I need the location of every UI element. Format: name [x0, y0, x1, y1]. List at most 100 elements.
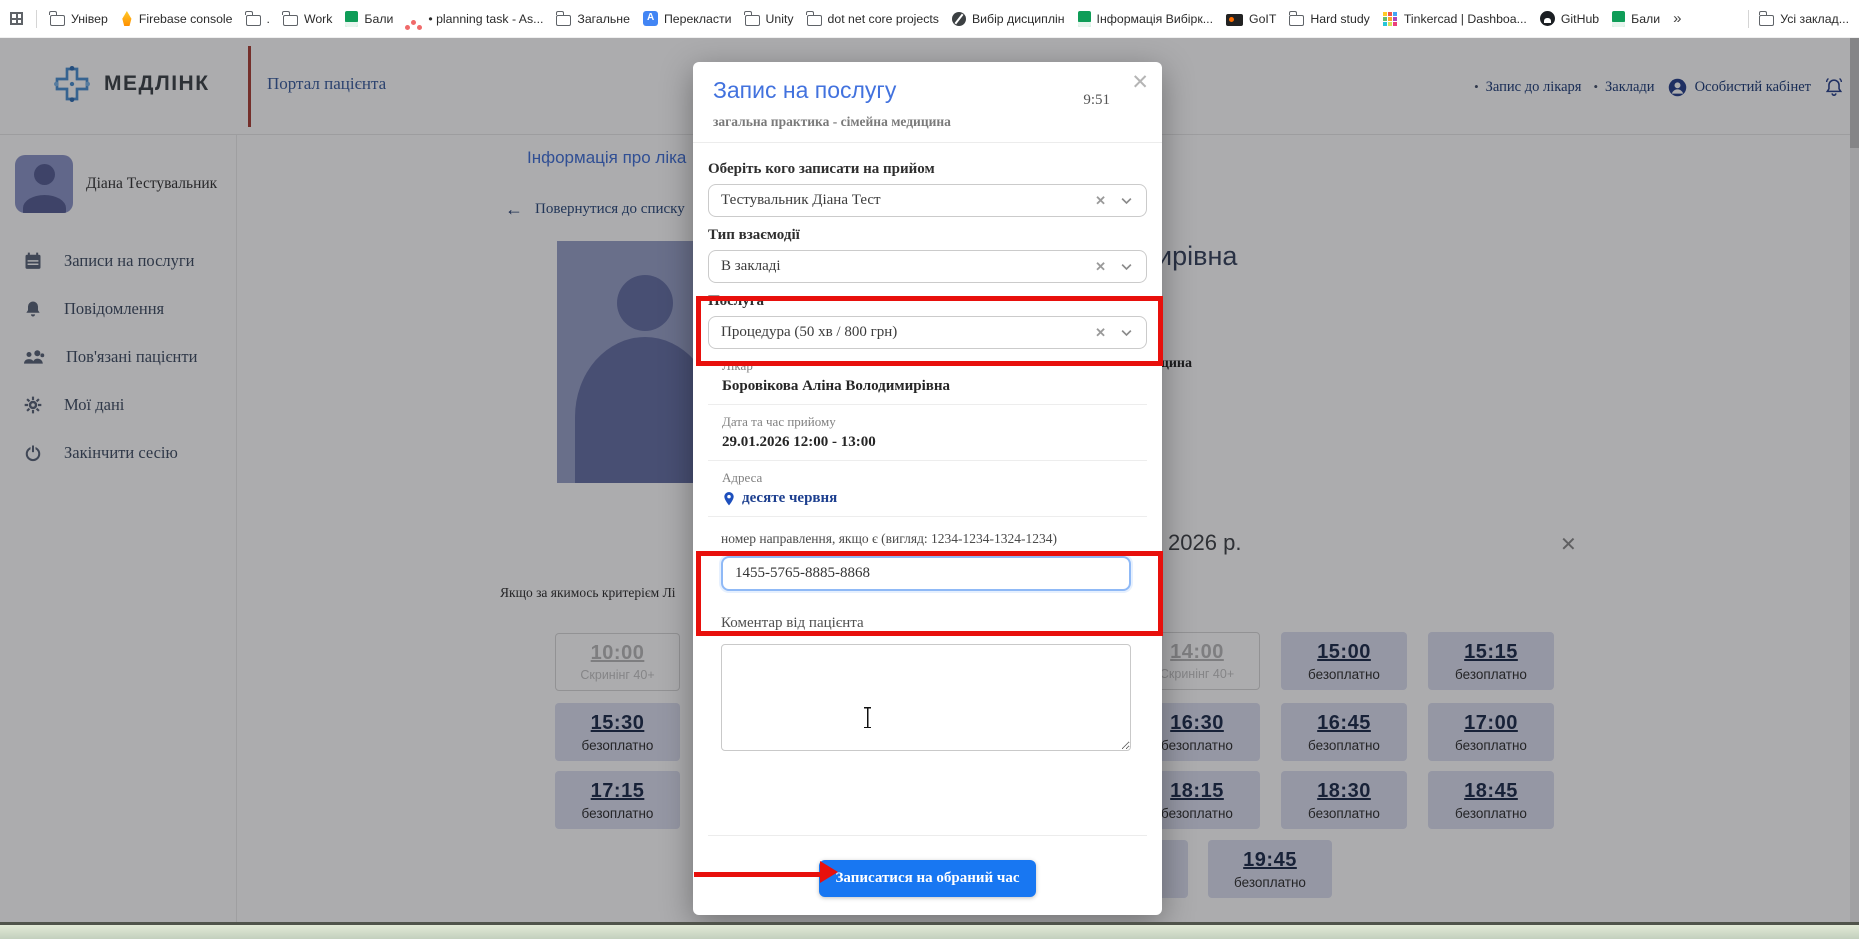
booking-modal: Запис на послугу 9:51 ✕ загальна практик… [693, 62, 1162, 915]
address-info-row: Адреса десяте червня [708, 461, 1147, 517]
bookmark-item[interactable]: Універ [50, 12, 108, 26]
bookmark-label: Перекласти [664, 12, 732, 26]
bookmark-label: Загальне [577, 12, 630, 26]
comment-section: Коментар від пацієнта [721, 615, 1147, 751]
bookmark-label: . [267, 12, 270, 26]
sheets-icon [1612, 11, 1625, 27]
referral-label: номер направлення, якщо є (вигляд: 1234-… [721, 531, 1147, 547]
asana-icon [411, 20, 416, 25]
folder-icon [1289, 15, 1304, 26]
github-icon [1540, 11, 1555, 26]
info-label: Лікар [722, 358, 1147, 374]
all-bookmarks[interactable]: Усі заклад... [1759, 12, 1849, 26]
modal-header: Запис на послугу 9:51 ✕ загальна практик… [693, 62, 1162, 143]
referral-number-input[interactable] [721, 556, 1131, 591]
bookmark-label: Бали [364, 12, 393, 26]
bookmark-item[interactable]: GoIT [1226, 12, 1276, 26]
divider [36, 10, 37, 28]
bookmark-item[interactable]: Вибір дисциплін [952, 12, 1065, 26]
bookmark-item[interactable]: Firebase console [121, 11, 233, 26]
bookmark-label: Unity [766, 12, 794, 26]
bookmark-item[interactable]: GitHub [1540, 11, 1599, 26]
modal-title: Запис на послугу [713, 77, 1142, 104]
folder-icon [807, 15, 822, 26]
chevron-down-icon[interactable] [1119, 259, 1134, 274]
translate-icon [643, 11, 658, 26]
select-value: Тестувальник Діана Тест [721, 192, 1095, 209]
bookmark-label: GoIT [1249, 12, 1276, 26]
bookmark-label: Hard study [1310, 12, 1369, 26]
bookmark-item[interactable]: . [246, 12, 270, 26]
datetime-info-row: Дата та час прийому 29.01.2026 12:00 - 1… [708, 405, 1147, 461]
address-label: десяте червня [742, 490, 837, 507]
bookmark-label: • planning task - As... [428, 12, 543, 26]
firebase-icon [121, 11, 133, 26]
bookmark-label: Усі заклад... [1780, 12, 1849, 26]
clear-icon[interactable]: ✕ [1095, 325, 1106, 341]
bookmark-label: Tinkercad | Dashboa... [1404, 12, 1527, 26]
bookmark-item[interactable]: Unity [745, 12, 794, 26]
comment-textarea[interactable] [721, 644, 1131, 751]
map-pin-icon [722, 491, 736, 507]
sheets-icon [345, 11, 358, 27]
folder-icon [283, 15, 298, 26]
interaction-type-select[interactable]: В закладі ✕ [708, 250, 1147, 283]
modal-body: Оберіть кого записати на прийом Тестувал… [693, 143, 1162, 915]
bookmarks-overflow-chevron[interactable]: » [1673, 10, 1681, 27]
tinkercad-icon [1383, 12, 1387, 16]
bookmark-item[interactable]: • planning task - As... [406, 12, 543, 26]
submit-booking-button[interactable]: Записатися на обраний час [819, 860, 1035, 897]
info-label: Адреса [722, 470, 1147, 486]
bookmark-label: Універ [71, 12, 108, 26]
bookmark-label: Firebase console [139, 12, 233, 26]
doctor-info-row: Лікар Боровікова Аліна Володимирівна [708, 349, 1147, 405]
bookmark-item[interactable]: Tinkercad | Dashboa... [1383, 12, 1527, 26]
clear-icon[interactable]: ✕ [1095, 193, 1106, 209]
modal-footer: Записатися на обраний час [708, 835, 1147, 915]
folder-icon [50, 15, 65, 26]
modal-time: 9:51 [1083, 92, 1110, 109]
bookmark-item[interactable]: Бали [345, 11, 393, 27]
patient-select[interactable]: Тестувальник Діана Тест ✕ [708, 184, 1147, 217]
bookmark-label: Інформація Вибірк... [1097, 12, 1213, 26]
bookmark-label: Бали [1631, 12, 1660, 26]
close-icon[interactable]: ✕ [1131, 70, 1149, 95]
bookmark-label: GitHub [1561, 12, 1599, 26]
bookmark-label: Work [304, 12, 332, 26]
service-select[interactable]: Процедура (50 хв / 800 грн) ✕ [708, 316, 1147, 349]
info-label: Дата та час прийому [722, 414, 1147, 430]
chevron-down-icon[interactable] [1119, 325, 1134, 340]
bookmark-item[interactable]: Перекласти [643, 11, 732, 26]
goit-icon [1226, 14, 1243, 26]
divider [1748, 10, 1749, 28]
referral-section: номер направлення, якщо є (вигляд: 1234-… [721, 531, 1147, 591]
apps-grid-icon[interactable] [10, 12, 23, 25]
field-label-service: Послуга [708, 293, 1147, 310]
clear-icon[interactable]: ✕ [1095, 259, 1106, 275]
folder-icon [556, 15, 571, 26]
bookmark-label: Вибір дисциплін [972, 12, 1065, 26]
comment-label: Коментар від пацієнта [721, 615, 1147, 632]
bookmark-item[interactable]: Бали [1612, 11, 1660, 27]
bookmark-label: dot net core projects [828, 12, 939, 26]
appointment-datetime: 29.01.2026 12:00 - 13:00 [722, 434, 1147, 451]
sheets-icon [1078, 11, 1091, 27]
bottom-strip [0, 922, 1859, 939]
globe-icon [952, 12, 966, 26]
modal-subtitle: загальна практика - сімейна медицина [713, 114, 1142, 130]
bookmarks-bar: Універ Firebase console . Work Бали • pl… [0, 0, 1859, 38]
bookmark-item[interactable]: dot net core projects [807, 12, 939, 26]
address-link[interactable]: десяте червня [722, 490, 1147, 507]
bookmark-item[interactable]: Work [283, 12, 332, 26]
bookmark-item[interactable]: Загальне [556, 12, 630, 26]
bookmark-item[interactable]: Hard study [1289, 12, 1369, 26]
select-value: В закладі [721, 258, 1095, 275]
folder-icon [1759, 15, 1774, 26]
select-value: Процедура (50 хв / 800 грн) [721, 324, 1095, 341]
folder-icon [745, 15, 760, 26]
field-label-patient: Оберіть кого записати на прийом [708, 161, 1147, 178]
bookmark-item[interactable]: Інформація Вибірк... [1078, 11, 1213, 27]
chevron-down-icon[interactable] [1119, 193, 1134, 208]
folder-icon [246, 15, 261, 26]
doctor-name: Боровікова Аліна Володимирівна [722, 378, 1147, 395]
